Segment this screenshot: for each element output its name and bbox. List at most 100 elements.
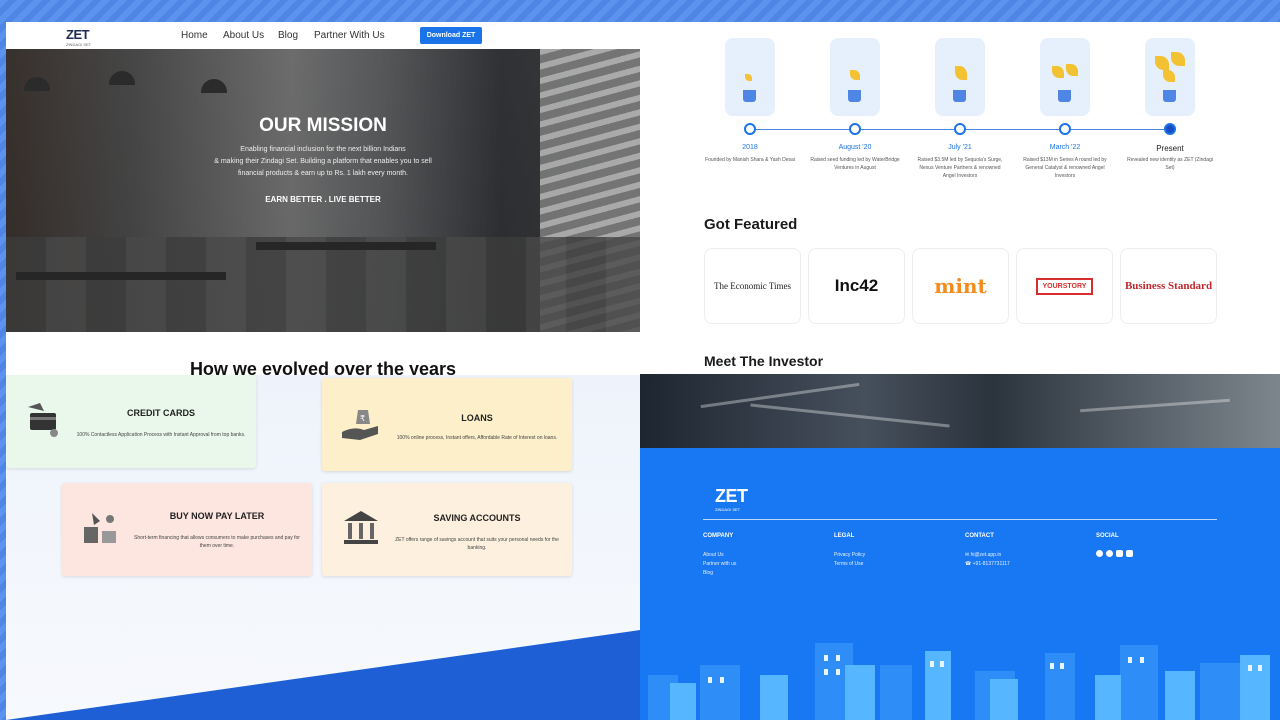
download-zet-button[interactable]: Download ZET (420, 27, 482, 44)
instagram-icon[interactable] (1126, 550, 1133, 557)
plant-icon (1163, 70, 1175, 82)
product-card-credit-cards[interactable]: CREDIT CARDS 100% Contactless Applicatio… (6, 375, 256, 468)
nav-partner-with-us[interactable]: Partner With Us (314, 30, 385, 41)
milestone-year: July '21 (948, 144, 972, 151)
footer-link-about-us[interactable]: About Us (703, 552, 724, 558)
footer-link-terms[interactable]: Terms of Use (834, 561, 863, 567)
milestone-year: August '20 (838, 144, 872, 151)
evolution-heading: How we evolved over the years (189, 359, 457, 375)
milestone-desc: Revealed new identity as ZET (Zindagi Se… (1127, 157, 1213, 171)
product-title: SAVING ACCOUNTS (433, 513, 521, 523)
product-card-bnpl[interactable]: BUY NOW PAY LATER Short-term financing t… (62, 483, 312, 576)
top-navbar: ZET ZINDAGI SET Home About Us Blog Partn… (6, 22, 640, 49)
timeline-panel: 2018 August '20 July '21 March '22 Prese… (640, 22, 1280, 374)
hero-desk-graphic (256, 242, 436, 250)
milestone-illustration-2018 (725, 38, 775, 116)
mission-tagline: EARN BETTER . LIVE BETTER (265, 195, 381, 204)
svg-text:₹: ₹ (360, 414, 365, 423)
pot-icon (743, 90, 756, 102)
plant-icon (1066, 64, 1078, 76)
milestone-year: 2018 (742, 144, 758, 151)
investor-banner-image (640, 374, 1280, 448)
press-economic-times[interactable]: The Economic Times (704, 248, 801, 324)
footer-col-legal: LEGAL (834, 533, 855, 539)
product-card-saving-accounts[interactable]: SAVING ACCOUNTS ZET offers range of savi… (322, 483, 572, 576)
product-card-loans[interactable]: ₹ LOANS 100% online process, Instant off… (322, 378, 572, 471)
banner-light-streak (700, 382, 860, 409)
milestone-desc: Founded by Manish Shara & Yash Desai (705, 157, 795, 163)
plant-icon (1155, 56, 1169, 70)
footer-logo-subtext: ZINDAGI SET (715, 507, 741, 512)
footer-divider (703, 519, 1217, 520)
milestone-illustration-jul21 (935, 38, 985, 116)
banner-light-streak (1080, 398, 1230, 413)
press-logo-text: The Economic Times (714, 281, 791, 291)
pot-icon (953, 90, 966, 102)
home-panel: ZET ZINDAGI SET Home About Us Blog Partn… (6, 22, 640, 375)
footer-contact-email[interactable]: ✉ hi@zet.app.in (965, 552, 1001, 558)
hero-floor-graphic (6, 237, 640, 332)
milestone-illustration-aug20 (830, 38, 880, 116)
timeline-dot (954, 123, 966, 135)
product-desc: 100% Contactless Application Process wit… (76, 432, 246, 438)
plant-icon (1052, 66, 1064, 78)
footer-contact-phone[interactable]: ☎ +91-8137731117 (965, 561, 1010, 567)
decorative-wave (6, 630, 640, 720)
banner-light-streak (750, 403, 950, 428)
mission-line-1: Enabling financial inclusion for the nex… (240, 146, 406, 153)
plant-icon (850, 70, 860, 80)
footer-link-privacy[interactable]: Privacy Policy (834, 552, 865, 558)
plant-icon (955, 66, 967, 80)
bank-icon (344, 511, 378, 544)
footer-logo[interactable]: ZET ZINDAGI SET (715, 486, 748, 512)
product-title: LOANS (461, 413, 493, 423)
press-inc42[interactable]: Inc42 (808, 248, 905, 324)
mission-line-2: & making their Zindagi Set. Building a p… (214, 158, 432, 165)
logo-subtext: ZINDAGI SET (66, 42, 92, 47)
timeline-dot (849, 123, 861, 135)
milestone-desc: Raised $13M in Series A round led by Gen… (1023, 157, 1107, 179)
press-logo-text: mint (934, 274, 987, 298)
milestone-desc: Raised seed funding led by WaterBridge V… (810, 157, 900, 171)
twitter-icon[interactable] (1106, 550, 1113, 557)
mission-title: OUR MISSION (259, 115, 387, 136)
zet-logo[interactable]: ZET ZINDAGI SET (66, 27, 91, 47)
footer-link-partner[interactable]: Partner with us (703, 561, 736, 567)
nav-blog[interactable]: Blog (278, 30, 298, 41)
milestone-desc: Raised $3.5M led by Sequoia's Surge, Nex… (917, 157, 1003, 179)
facebook-icon[interactable] (1096, 550, 1103, 557)
mission-hero: OUR MISSION Enabling financial inclusion… (6, 49, 640, 332)
press-yourstory[interactable]: YOURSTORY (1016, 248, 1113, 324)
plant-icon (1171, 52, 1185, 66)
shopping-bag-icon (84, 513, 116, 543)
nav-about-us[interactable]: About Us (223, 30, 264, 41)
social-icons (1096, 550, 1133, 557)
hero-desk-graphic (16, 272, 226, 280)
nav-home[interactable]: Home (181, 30, 208, 41)
hero-lamp-graphic (24, 77, 50, 91)
credit-card-icon (28, 403, 58, 437)
footer-logo-text: ZET (715, 486, 748, 506)
logo-text: ZET (66, 27, 90, 42)
timeline-dot (744, 123, 756, 135)
milestone-year: Present (1156, 144, 1184, 153)
press-logo-text: YOURSTORY (1035, 277, 1094, 295)
featured-heading: Got Featured (704, 216, 798, 233)
investor-heading: Meet The Investor (704, 353, 824, 369)
phone-icon: ☎ (965, 561, 973, 567)
milestone-illustration-present (1145, 38, 1195, 116)
plant-icon (745, 74, 752, 81)
press-mint[interactable]: mint (912, 248, 1009, 324)
footer-col-social: SOCIAL (1096, 533, 1119, 539)
pot-icon (1163, 90, 1176, 102)
pot-icon (1058, 90, 1071, 102)
footer-panel: ZET ZINDAGI SET COMPANY About Us Partner… (640, 374, 1280, 720)
timeline-dot-current (1164, 123, 1176, 135)
footer-link-blog[interactable]: Blog (703, 570, 713, 576)
city-skyline-illustration (640, 635, 1280, 720)
product-desc: Short-term financing that allows consume… (134, 535, 300, 549)
linkedin-icon[interactable] (1116, 550, 1123, 557)
email-text: hi@zet.app.in (970, 552, 1002, 558)
products-panel: CREDIT CARDS 100% Contactless Applicatio… (6, 375, 640, 720)
press-business-standard[interactable]: Business Standard (1120, 248, 1217, 324)
